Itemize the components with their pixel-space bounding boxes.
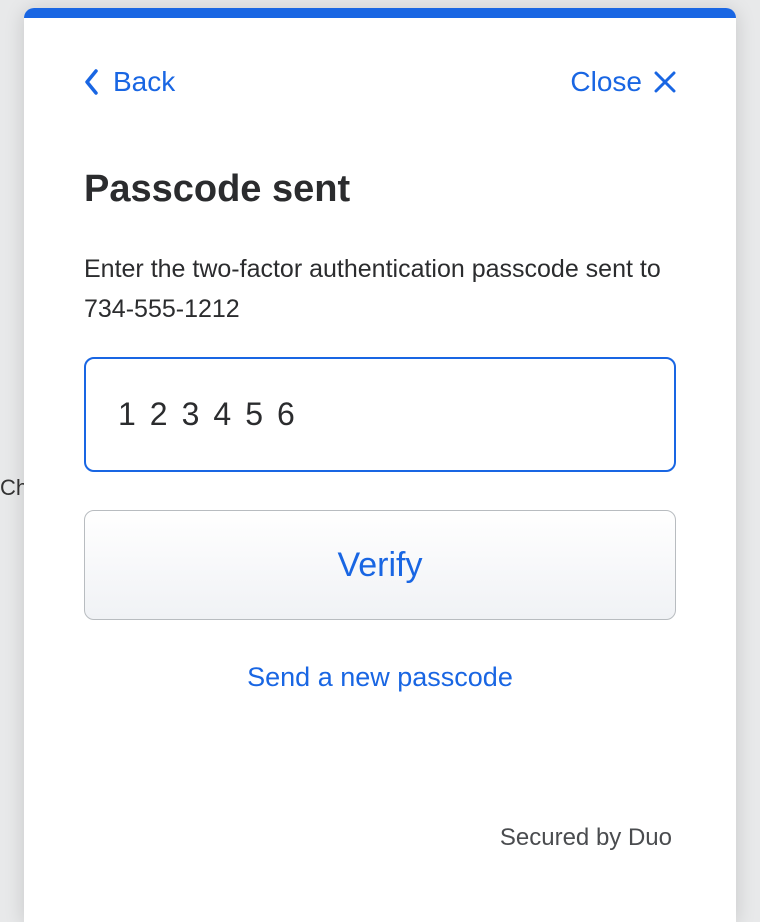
back-button[interactable]: Back bbox=[84, 66, 175, 98]
accent-bar bbox=[24, 8, 736, 18]
spacer bbox=[84, 693, 676, 824]
modal-header: Back Close bbox=[84, 66, 676, 98]
passcode-input[interactable] bbox=[84, 357, 676, 472]
close-label: Close bbox=[570, 66, 642, 98]
back-label: Back bbox=[113, 66, 175, 98]
resend-link[interactable]: Send a new passcode bbox=[84, 662, 676, 693]
instructions-text: Enter the two-factor authentication pass… bbox=[84, 249, 676, 329]
chevron-left-icon bbox=[84, 69, 99, 95]
close-icon bbox=[654, 71, 676, 93]
modal-content: Back Close Passcode sent Enter the two-f… bbox=[24, 18, 736, 922]
page-title: Passcode sent bbox=[84, 168, 676, 211]
passcode-modal: Back Close Passcode sent Enter the two-f… bbox=[24, 8, 736, 922]
close-button[interactable]: Close bbox=[570, 66, 676, 98]
verify-button[interactable]: Verify bbox=[84, 510, 676, 620]
secured-by-text: Secured by Duo bbox=[84, 824, 676, 882]
